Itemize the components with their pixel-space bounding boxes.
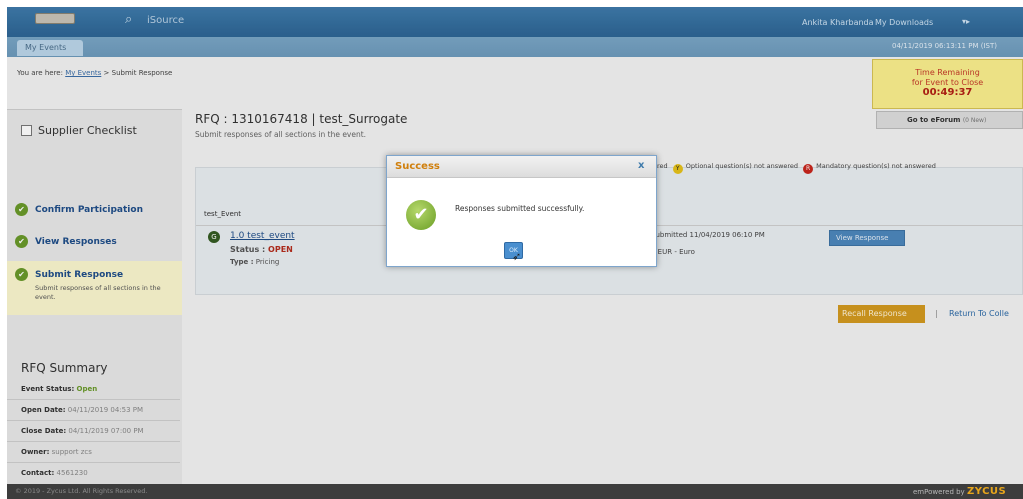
- powered-text: emPowered by: [913, 488, 965, 496]
- brand-logo: ZYCUS: [966, 486, 1007, 497]
- close-icon[interactable]: x: [638, 160, 644, 171]
- copyright: © 2019 - Zycus Ltd. All Rights Reserved.: [15, 487, 148, 495]
- mouse-cursor-icon: ➶: [512, 250, 522, 263]
- success-check-icon: ✔: [406, 200, 436, 230]
- dialog-title: Success: [395, 161, 440, 172]
- dialog-message: Responses submitted successfully.: [455, 204, 585, 213]
- dialog-header: Success x: [387, 156, 656, 178]
- footer: © 2019 - Zycus Ltd. All Rights Reserved.…: [7, 484, 1023, 499]
- success-dialog: Success x ✔ Responses submitted successf…: [386, 155, 657, 267]
- powered-by: emPowered by ZYCUS: [913, 486, 1006, 497]
